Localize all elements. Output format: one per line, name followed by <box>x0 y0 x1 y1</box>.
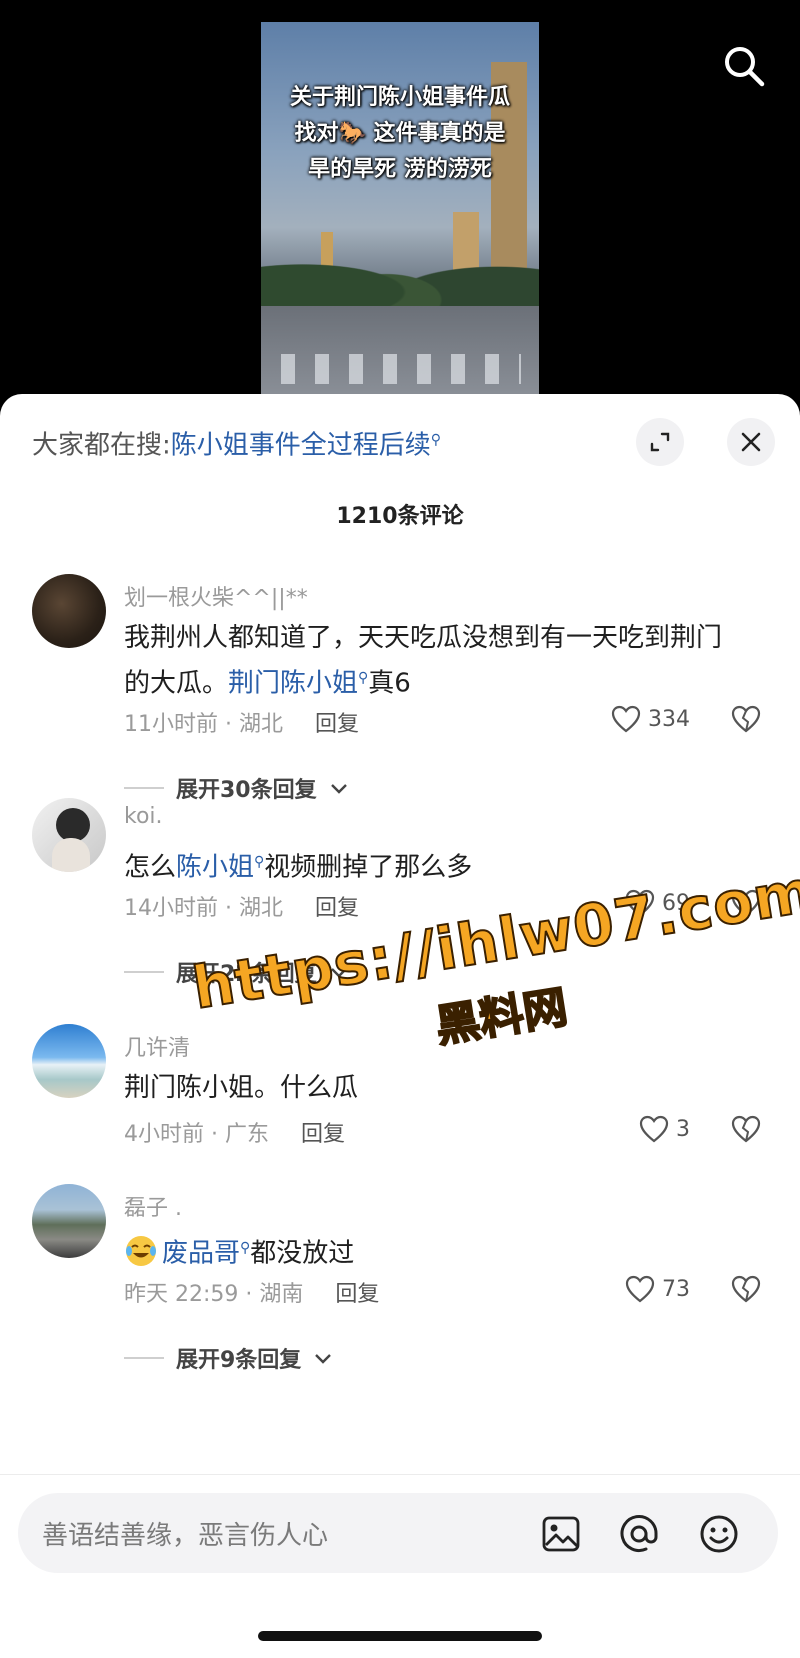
comment-text-part: 视频删掉了那么多 <box>264 852 473 883</box>
reply-button[interactable]: 回复 <box>315 712 359 737</box>
comment-meta: 11小时前 · 湖北 回复 <box>124 706 359 738</box>
comment-text: 荆门陈小姐。什么瓜 <box>124 1068 744 1108</box>
like-count: 69 <box>662 890 690 916</box>
search-tag-icon: ⚲ <box>358 670 369 686</box>
comment-input-placeholder: 善语结善缘，恶言伤人心 <box>42 1521 329 1551</box>
comment-search-link[interactable]: 陈小姐 <box>176 853 254 883</box>
expand-replies-label: 展开9条回复 <box>176 1348 302 1373</box>
heart-icon <box>625 889 655 917</box>
video-caption: 关于荆门陈小姐事件瓜 找对🐎 这件事真的是 旱的旱死 涝的涝死 <box>261 80 539 188</box>
avatar-figure <box>52 838 90 872</box>
at-icon[interactable] <box>618 1513 660 1555</box>
comment-input[interactable]: 善语结善缘，恶言伤人心 <box>18 1493 778 1573</box>
comment-time-location: 11小时前 · 湖北 <box>124 712 283 737</box>
like-count: 73 <box>662 1276 690 1302</box>
comment-text-part: 都没放过 <box>250 1238 355 1269</box>
home-indicator <box>258 1631 542 1641</box>
divider <box>124 787 164 789</box>
search-tag-icon: ⚲ <box>254 854 265 870</box>
comment-count: 1210条评论 <box>336 504 464 529</box>
expand-replies-label: 展开30条回复 <box>176 778 317 803</box>
like-button[interactable]: 73 <box>624 1274 690 1304</box>
comment-input-bar: 善语结善缘，恶言伤人心 <box>0 1474 800 1658</box>
search-tag-icon: ⚲ <box>430 432 442 448</box>
avatar[interactable] <box>32 574 106 648</box>
comment-time-location: 4小时前 · 广东 <box>124 1122 269 1147</box>
divider <box>124 971 164 973</box>
comment-text-part: 真6 <box>368 668 411 699</box>
broken-heart-icon[interactable] <box>730 704 762 734</box>
comment-text-part: 怎么 <box>124 852 177 883</box>
image-icon[interactable] <box>540 1513 582 1555</box>
emoji-icon[interactable] <box>698 1513 740 1555</box>
divider <box>124 1357 164 1359</box>
comment-time-location: 昨天 22:59 · 湖南 <box>124 1282 304 1307</box>
comment-time-location: 14小时前 · 湖北 <box>124 896 283 921</box>
broken-heart-icon[interactable] <box>730 1274 762 1304</box>
heart-icon <box>625 1275 655 1303</box>
expand-replies-button[interactable]: 展开22条回复 <box>124 956 349 988</box>
comment-author[interactable]: koi. <box>124 804 163 829</box>
search-tag-icon: ⚲ <box>240 1240 251 1256</box>
caption-line: 关于荆门陈小姐事件瓜 <box>289 85 510 110</box>
caption-line: 旱的旱死 涝的涝死 <box>308 157 492 182</box>
like-button[interactable]: 69 <box>624 888 690 918</box>
avatar[interactable] <box>32 798 106 872</box>
video-area[interactable]: 关于荆门陈小姐事件瓜 找对🐎 这件事真的是 旱的旱死 涝的涝死 <box>0 0 800 410</box>
comment-author[interactable]: 磊子 . <box>124 1190 182 1222</box>
like-button[interactable]: 334 <box>610 704 690 734</box>
close-button[interactable] <box>727 418 775 466</box>
video-thumbnail[interactable]: 关于荆门陈小姐事件瓜 找对🐎 这件事真的是 旱的旱死 涝的涝死 <box>261 22 539 396</box>
broken-heart-icon[interactable] <box>730 1114 762 1144</box>
comment-meta: 14小时前 · 湖北 回复 <box>124 890 359 922</box>
heart-icon <box>639 1115 669 1143</box>
trees <box>261 228 539 308</box>
chevron-down-icon <box>315 1354 332 1364</box>
comment-text: 怎么陈小姐⚲视频删掉了那么多 <box>124 842 744 888</box>
avatar-figure <box>56 808 90 842</box>
close-icon <box>741 432 761 452</box>
broken-heart-icon[interactable] <box>730 888 762 918</box>
crying-laughing-emoji-icon <box>126 1235 156 1266</box>
avatar[interactable] <box>32 1184 106 1258</box>
caption-line: 找对🐎 这件事真的是 <box>294 121 506 146</box>
expand-replies-label: 展开22条回复 <box>176 962 317 987</box>
trending-search[interactable]: 大家都在搜:陈小姐事件全过程后续⚲ <box>32 422 572 464</box>
like-count: 3 <box>676 1116 690 1142</box>
comment-search-link[interactable]: 废品哥 <box>162 1239 240 1269</box>
comment-author[interactable]: 划一根火柴^^||** <box>124 580 308 612</box>
comment-meta: 昨天 22:59 · 湖南 回复 <box>124 1276 379 1308</box>
reply-button[interactable]: 回复 <box>301 1122 345 1147</box>
comment-text-part: 我荆州人都知道了，天天吃瓜没想到有一天吃到荆门的大瓜。 <box>124 623 723 699</box>
comment-text-part: 荆门陈小姐。什么瓜 <box>124 1073 359 1103</box>
crosswalk <box>281 354 521 384</box>
trending-search-link[interactable]: 陈小姐事件全过程后续 <box>171 431 431 461</box>
comment-meta: 4小时前 · 广东 回复 <box>124 1116 345 1148</box>
heart-icon <box>611 705 641 733</box>
like-button[interactable]: 3 <box>638 1114 690 1144</box>
reply-button[interactable]: 回复 <box>315 896 359 921</box>
reply-button[interactable]: 回复 <box>335 1282 379 1307</box>
chevron-down-icon <box>330 784 347 794</box>
comment-search-link[interactable]: 荆门陈小姐 <box>228 669 358 699</box>
chevron-down-icon <box>330 968 347 978</box>
expand-replies-button[interactable]: 展开9条回复 <box>124 1342 333 1374</box>
expand-replies-button[interactable]: 展开30条回复 <box>124 772 349 804</box>
expand-icon <box>650 432 670 452</box>
avatar[interactable] <box>32 1024 106 1098</box>
comment-author[interactable]: 几许清 <box>124 1030 190 1062</box>
search-icon[interactable] <box>720 42 768 90</box>
expand-button[interactable] <box>636 418 684 466</box>
comment-sheet: 大家都在搜:陈小姐事件全过程后续⚲ 1210条评论 划一根火柴^^||** 我荆… <box>0 394 800 1658</box>
trending-search-prefix: 大家都在搜: <box>32 430 171 461</box>
like-count: 334 <box>648 706 690 732</box>
comment-text: 我荆州人都知道了，天天吃瓜没想到有一天吃到荆门的大瓜。荆门陈小姐⚲真6 <box>124 618 744 704</box>
comment-text: 废品哥⚲都没放过 <box>124 1228 744 1274</box>
